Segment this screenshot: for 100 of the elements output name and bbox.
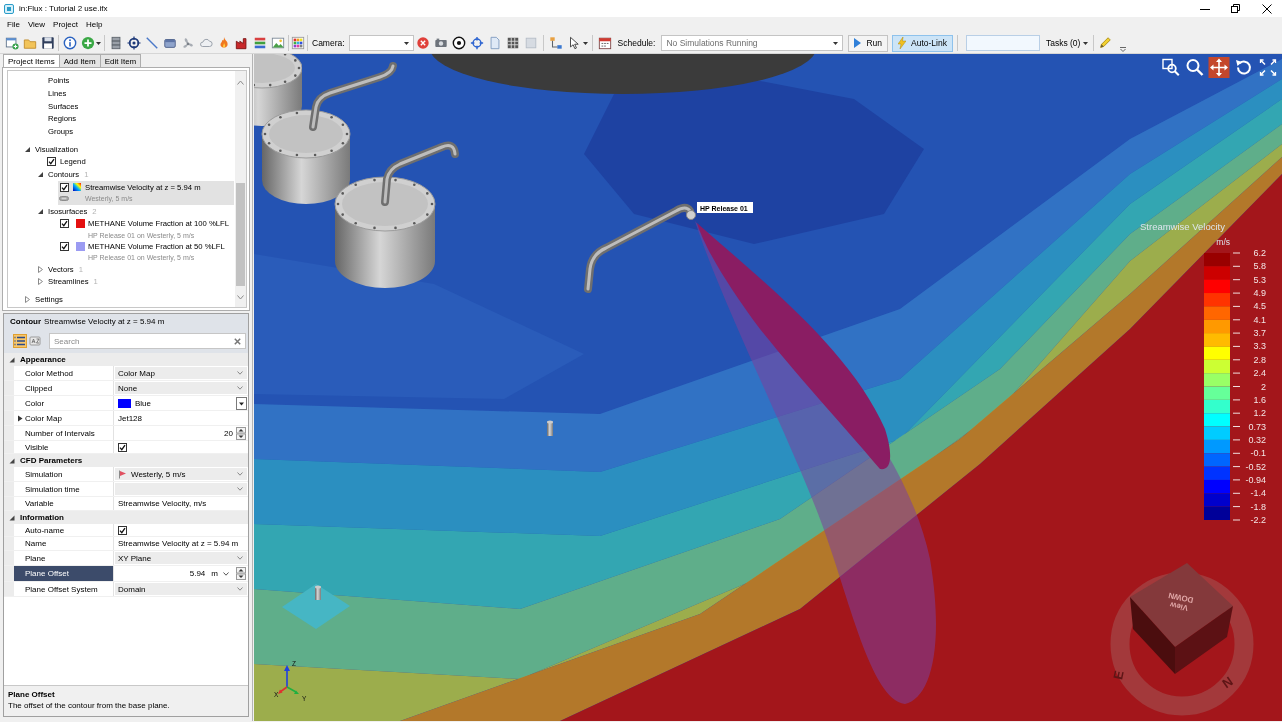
panel-title: Streamwise Velocity at z = 5.94 m (44, 317, 165, 326)
gradient-icon (73, 183, 81, 192)
expand-arrow-icon[interactable] (9, 514, 15, 521)
expand-arrow-icon[interactable] (24, 145, 31, 153)
chevron-down-icon[interactable] (237, 556, 243, 560)
restore-icon[interactable] (1231, 4, 1240, 13)
color-grid-icon[interactable] (291, 36, 305, 50)
tab[interactable]: Project Items (3, 54, 60, 67)
zoom-box-icon[interactable] (1162, 58, 1180, 77)
grid-icon[interactable] (505, 36, 520, 50)
line-icon[interactable] (145, 36, 159, 50)
tab[interactable]: Add Item (58, 54, 101, 67)
checkbox[interactable] (47, 157, 56, 167)
dropdown[interactable]: Color Map (115, 367, 247, 379)
camera-icon[interactable] (433, 36, 448, 50)
property-value: Streamwise Velocity at z = 5.94 m (117, 539, 239, 548)
layers-icon[interactable] (253, 36, 267, 50)
hierarchy-icon[interactable] (548, 36, 563, 50)
number-field[interactable]: 5.94 m (115, 567, 247, 580)
pencil-icon[interactable] (1098, 36, 1113, 50)
expand-arrow-icon[interactable] (18, 414, 23, 422)
tasks-dropdown[interactable]: Tasks (0) (1045, 38, 1089, 48)
close-circle-icon[interactable] (415, 36, 430, 50)
chevron-down-icon[interactable] (237, 386, 243, 390)
tab[interactable]: Edit Item (99, 54, 142, 67)
caret-icon[interactable] (96, 41, 101, 45)
property-label[interactable]: Simulation (14, 467, 114, 481)
dropdown[interactable]: None (115, 382, 247, 394)
expand-arrow-icon[interactable] (37, 171, 44, 179)
property-label[interactable]: Name (14, 537, 114, 550)
expand-arrow-icon[interactable] (9, 356, 15, 363)
property-label[interactable]: Number of Intervals (14, 426, 114, 440)
expand-arrow-icon[interactable] (37, 207, 44, 215)
chevron-down-icon[interactable] (237, 587, 243, 591)
caret-icon[interactable] (403, 41, 409, 45)
caret-icon[interactable] (1083, 41, 1089, 45)
property-label[interactable]: Plane Offset System (14, 582, 114, 596)
sort-icon[interactable] (28, 334, 42, 348)
chevron-down-icon[interactable] (237, 371, 243, 375)
target-icon[interactable] (127, 36, 141, 50)
spinner-icon[interactable] (236, 567, 246, 580)
scrollbar[interactable] (235, 71, 246, 307)
property-label[interactable]: Color (14, 396, 114, 410)
dropdown[interactable]: XY Plane (115, 552, 247, 564)
cube-face-label: View DOWN (1167, 590, 1195, 613)
property-label[interactable]: Plane Offset (14, 566, 114, 581)
dropdown[interactable]: Westerly, 5 m/s (115, 468, 247, 480)
info-icon[interactable] (63, 36, 77, 50)
rotate-icon[interactable] (1236, 60, 1251, 75)
property-label[interactable]: Clipped (14, 381, 114, 395)
chevron-down-icon[interactable] (237, 472, 243, 476)
close-icon[interactable] (1262, 3, 1272, 14)
checkbox[interactable] (60, 219, 69, 229)
chevron-down-icon[interactable] (223, 571, 229, 576)
number-field[interactable]: 20 (115, 427, 247, 439)
legend-tick-label: 6.2 (1253, 248, 1266, 258)
move-icon[interactable] (1208, 57, 1230, 78)
picture-icon[interactable] (271, 36, 285, 50)
circle-dot-icon[interactable] (451, 36, 466, 50)
cross-icon[interactable] (234, 337, 241, 345)
caret-icon[interactable] (582, 41, 588, 45)
factory-icon[interactable] (235, 36, 249, 50)
dropdown[interactable]: Domain (115, 583, 247, 595)
schedule-dropdown[interactable]: No Simulations Running (661, 35, 844, 51)
property-label[interactable]: Color Map (25, 413, 64, 423)
checkbox[interactable] (60, 241, 69, 251)
expand-icon[interactable] (1259, 59, 1277, 76)
search-field[interactable]: Search (49, 333, 246, 349)
calendar-icon[interactable] (597, 36, 612, 50)
run-button[interactable]: Run (848, 34, 888, 52)
property-label[interactable]: Variable (14, 497, 114, 510)
color-dropdown[interactable]: Blue (115, 397, 247, 409)
checkbox[interactable] (118, 525, 127, 535)
caret-icon[interactable] (833, 41, 839, 45)
property-label[interactable]: Plane (14, 551, 114, 565)
legend-tick-label: 0.73 (1248, 421, 1266, 432)
new-window-icon[interactable] (5, 36, 19, 50)
menu-item[interactable]: Project (49, 19, 82, 29)
magnifier-icon[interactable] (1186, 59, 1204, 76)
expand-arrow-icon[interactable] (9, 457, 15, 464)
scroll-thumb[interactable] (236, 183, 245, 286)
property-label[interactable]: Visible (14, 441, 114, 453)
crosshair-icon[interactable] (469, 36, 484, 50)
menu-item[interactable]: Help (82, 19, 107, 29)
auto-link-button[interactable]: Auto-Link (892, 34, 953, 52)
spinner-icon[interactable] (236, 426, 246, 440)
property-label[interactable]: Simulation time (14, 482, 114, 496)
menu-item[interactable]: View (23, 19, 50, 29)
chevron-down-icon[interactable] (237, 487, 243, 491)
checkbox[interactable] (118, 442, 127, 452)
list-icon[interactable] (13, 334, 27, 348)
box-icon[interactable] (163, 36, 177, 50)
checkbox[interactable] (60, 182, 69, 192)
menu-item[interactable]: File (3, 19, 24, 29)
server-stack-icon[interactable] (109, 36, 123, 50)
unit-dropdown[interactable]: m (211, 569, 229, 578)
property-label[interactable]: Auto-name (14, 524, 114, 536)
input-field[interactable] (965, 35, 1040, 51)
property-label[interactable]: Color Method (14, 366, 114, 380)
overflow-chevron-icon[interactable] (1120, 44, 1127, 52)
